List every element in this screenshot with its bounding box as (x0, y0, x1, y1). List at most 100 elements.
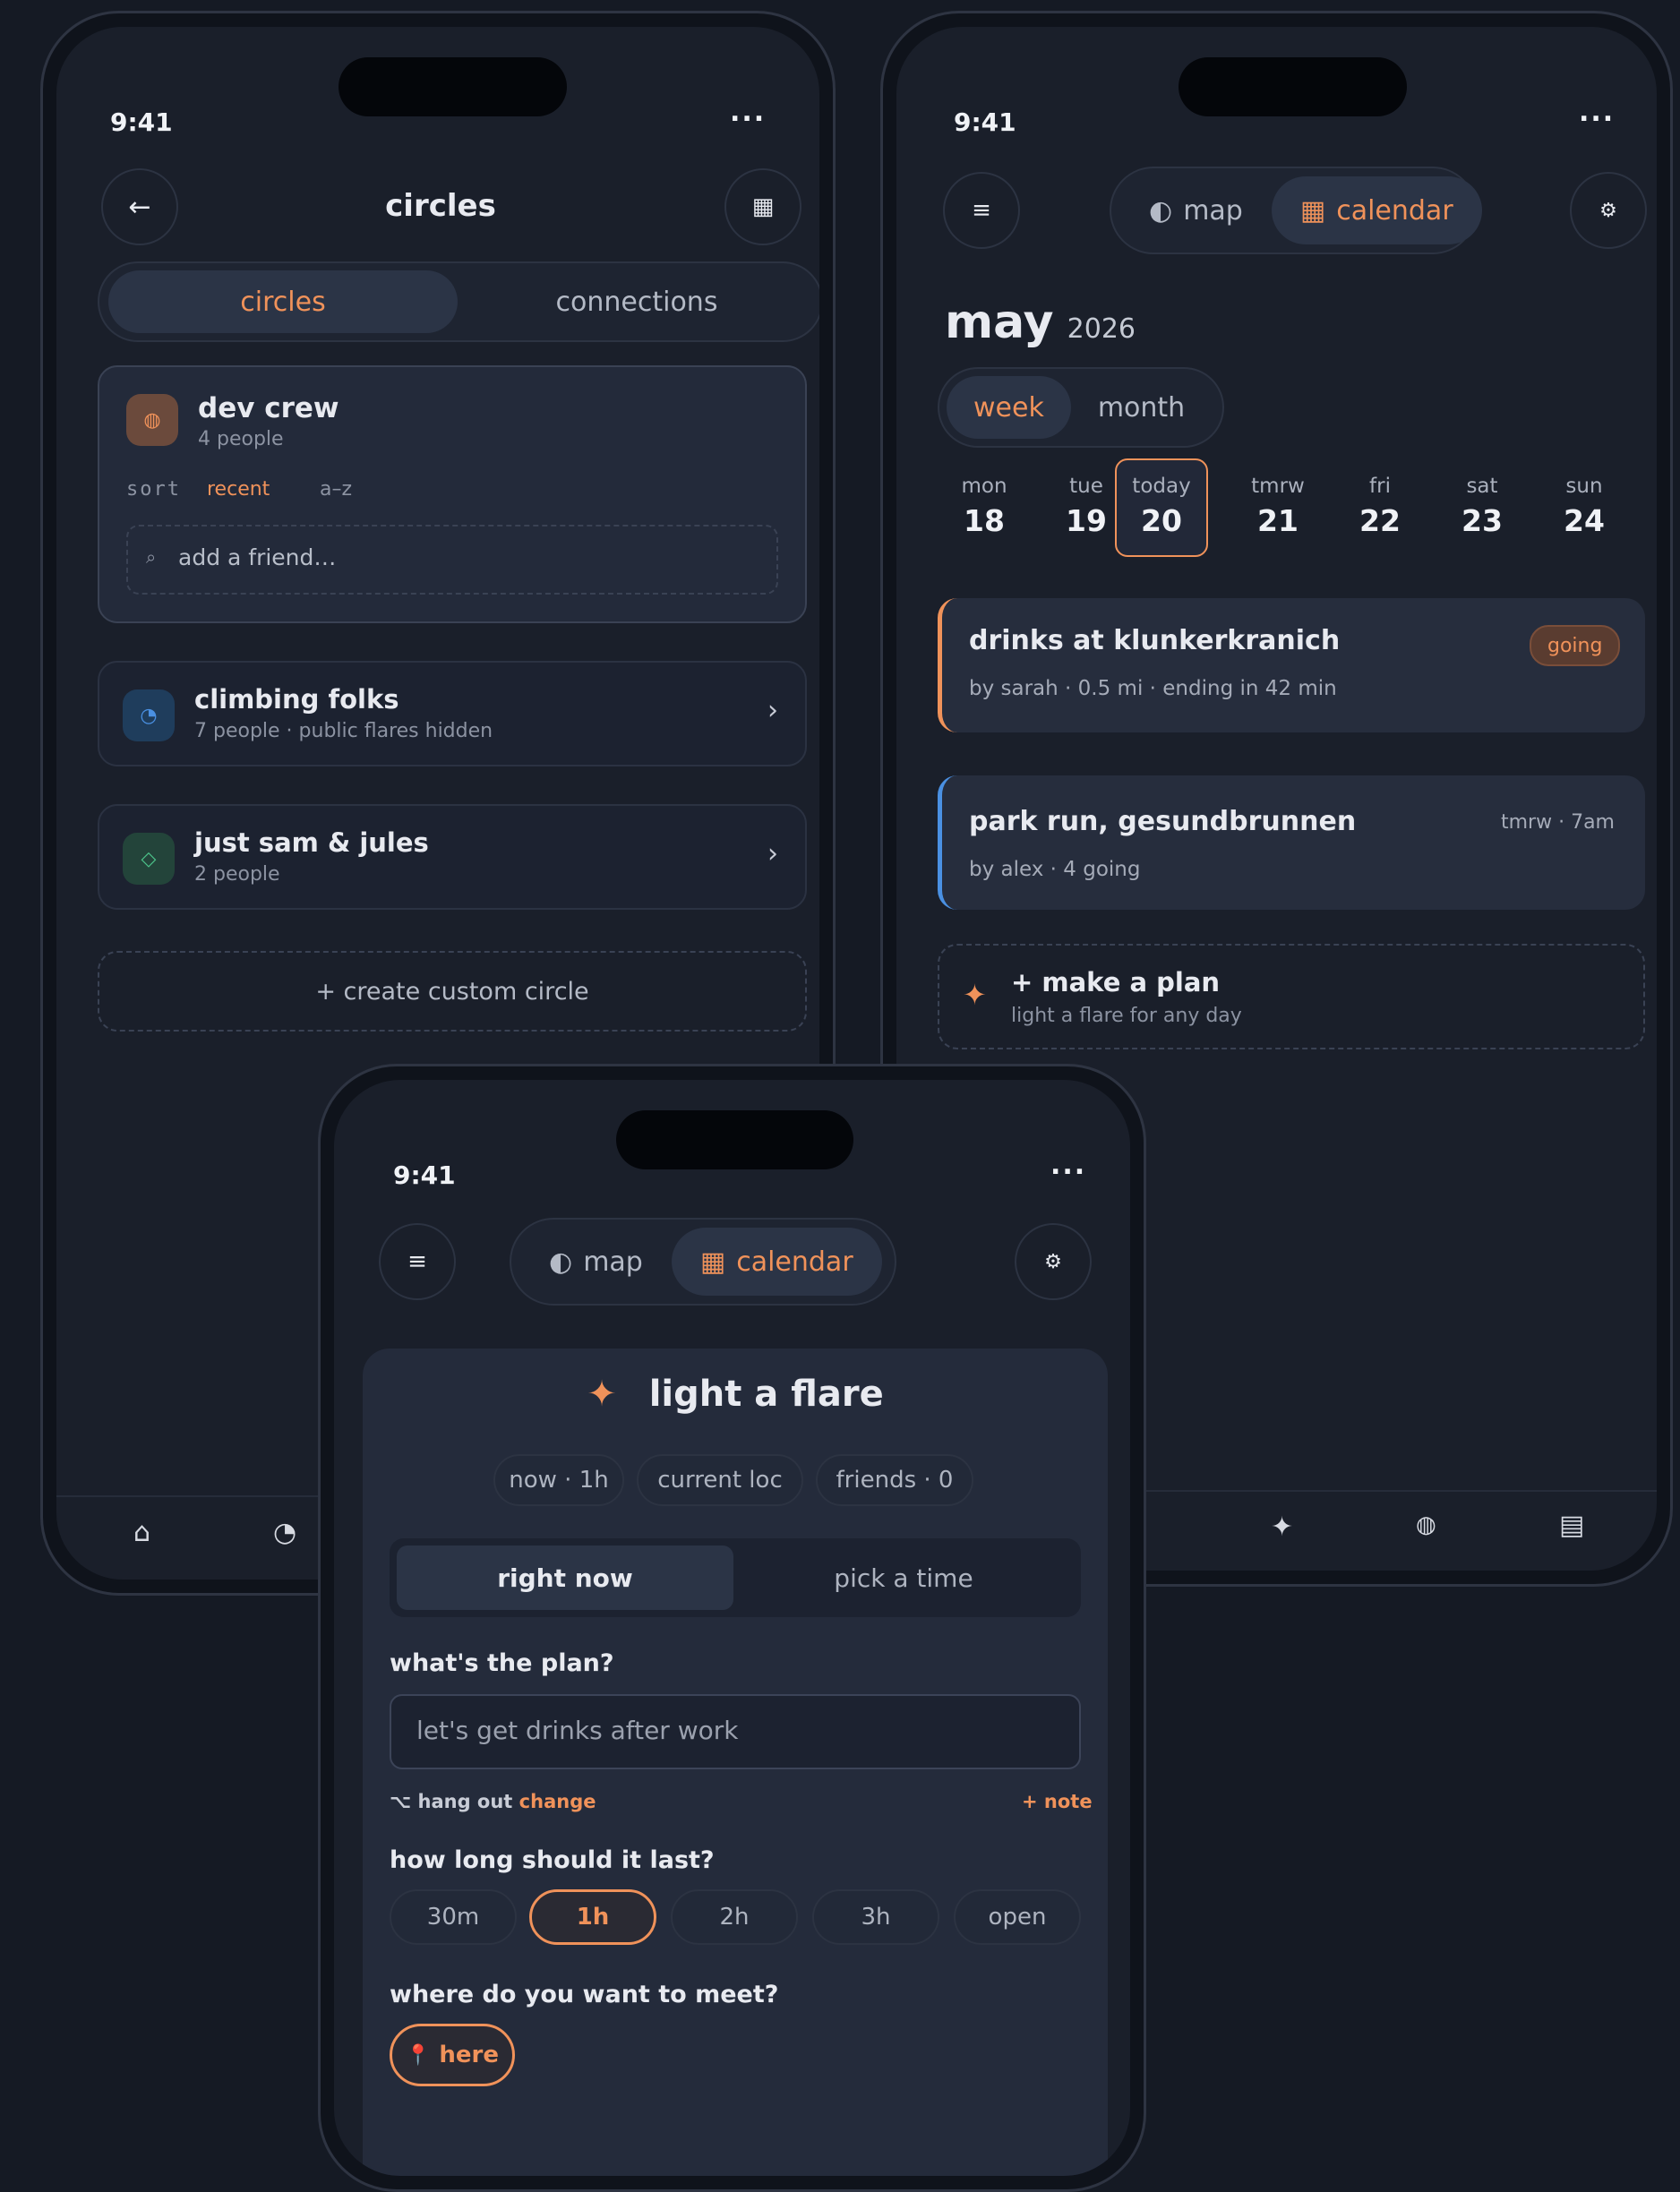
menu-button[interactable]: ≡ (379, 1223, 456, 1300)
menu-button[interactable]: ≡ (943, 172, 1020, 249)
climbing-avatar: ◔ (123, 689, 175, 741)
status-time: 9:41 (393, 1160, 456, 1190)
sort-label: sort (126, 478, 181, 501)
day-sat[interactable]: sat 23 (1436, 475, 1529, 538)
time-chip[interactable]: now · 1h (493, 1454, 624, 1506)
tab-connections[interactable]: connections (458, 270, 816, 333)
day-number: 22 (1359, 503, 1401, 538)
more-icon[interactable]: ... (1050, 1150, 1086, 1181)
week-toggle[interactable]: week (947, 376, 1071, 439)
event-card[interactable]: park run, gesundbrunnen by alex · 4 goin… (938, 775, 1645, 910)
flare-phone: 9:41 ... ≡ ◐ map ▦ calendar ⚙ ✦ light a … (318, 1064, 1146, 2192)
category-row: ⌥ hang out change (390, 1791, 596, 1812)
day-today[interactable]: today 20 (1115, 458, 1208, 557)
meet-question: where do you want to meet? (390, 1981, 779, 2008)
activity-icon[interactable]: ◔ (273, 1517, 296, 1548)
calendar-toggle[interactable]: ▦ calendar (1271, 176, 1482, 244)
flare-icon: ✦ (587, 1374, 617, 1415)
duration-label: 1h (576, 1904, 610, 1931)
calendar-icon: ▦ (1299, 194, 1326, 227)
sort-recent-option[interactable]: recent (207, 478, 270, 501)
home-icon[interactable]: ⌂ (133, 1517, 150, 1548)
tab-pick-time[interactable]: pick a time (735, 1546, 1072, 1610)
month-label: month (1097, 391, 1186, 424)
status-badge: going (1530, 625, 1621, 666)
circle-meta: 7 people · public flares hidden (194, 720, 493, 742)
sort-az-option[interactable]: a–z (320, 478, 352, 501)
map-label: map (1183, 194, 1243, 227)
duration-label: 2h (719, 1904, 750, 1931)
calendar-icon: ▦ (699, 1246, 726, 1278)
circle-meta: 2 people (194, 863, 280, 886)
change-category-link[interactable]: change (519, 1791, 596, 1812)
circle-name: dev crew (198, 392, 339, 424)
day-mon[interactable]: mon 18 (938, 475, 1031, 538)
month-toggle[interactable]: month (1071, 376, 1212, 439)
make-plan-button[interactable]: ✦ + make a plan light a flare for any da… (938, 944, 1645, 1049)
add-note-link[interactable]: + note (1022, 1791, 1093, 1812)
view-toggle: ◐ map ▦ calendar (510, 1218, 896, 1306)
circle-name: climbing folks (194, 684, 399, 715)
duration-label: open (988, 1904, 1047, 1931)
chevron-right-icon: › (767, 695, 778, 726)
more-icon[interactable]: ... (1579, 97, 1615, 128)
circle-icon: ◍ (143, 408, 161, 432)
day-label: fri (1369, 475, 1391, 498)
map-toggle[interactable]: ◐ map (1120, 176, 1272, 244)
circle-card-dev-crew[interactable]: ◍ dev crew 4 people sort recent a–z ⌕ ad… (98, 365, 807, 623)
flare-sheet: ✦ light a flare now · 1h current loc fri… (363, 1349, 1108, 2176)
add-friend-input[interactable]: ⌕ add a friend… (126, 525, 778, 595)
duration-3h[interactable]: 3h (812, 1889, 939, 1945)
sheet-header: ✦ light a flare (363, 1374, 1108, 1415)
settings-button[interactable]: ⚙ (1570, 172, 1647, 249)
tab-circles[interactable]: circles (108, 270, 458, 333)
menu-icon: ≡ (972, 197, 991, 224)
tab-label: right now (497, 1563, 633, 1593)
tab-right-now[interactable]: right now (397, 1546, 733, 1610)
day-number: 23 (1461, 503, 1503, 538)
sheet-title: light a flare (648, 1374, 884, 1415)
create-circle-button[interactable]: + create custom circle (98, 951, 807, 1032)
add-friend-placeholder: add a friend… (178, 544, 337, 570)
timing-tabs: right now pick a time (390, 1538, 1081, 1617)
circles-tabs: circles connections (98, 261, 819, 342)
map-toggle[interactable]: ◐ map (520, 1228, 672, 1296)
settings-icon: ⚙ (1044, 1250, 1062, 1273)
day-fri[interactable]: fri 22 (1333, 475, 1427, 538)
chevron-right-icon: › (767, 838, 778, 869)
meet-here-button[interactable]: 📍 here (390, 2024, 515, 2086)
circle-card-sam-jules[interactable]: ◇ just sam & jules 2 people › (98, 804, 807, 910)
day-tmrw[interactable]: tmrw 21 (1231, 475, 1324, 538)
day-sun[interactable]: sun 24 (1538, 475, 1631, 538)
calendar-toggle[interactable]: ▦ calendar (671, 1228, 882, 1296)
dynamic-island (616, 1110, 853, 1169)
month-name: may (945, 295, 1054, 349)
list-icon[interactable]: ▤ (1559, 1510, 1584, 1541)
sparkle-nav-icon[interactable]: ✦ (1271, 1511, 1293, 1543)
location-chip[interactable]: current loc (637, 1454, 803, 1506)
climbing-icon: ◔ (140, 704, 158, 727)
more-icon[interactable]: ... (730, 97, 766, 128)
tab-connections-label: connections (555, 286, 718, 318)
dynamic-island (339, 57, 567, 116)
duration-open[interactable]: open (954, 1889, 1081, 1945)
duration-1h[interactable]: 1h (529, 1889, 656, 1945)
day-label: tmrw (1251, 475, 1305, 498)
globe-icon[interactable]: ◍ (1416, 1511, 1436, 1538)
sam-jules-avatar: ◇ (123, 833, 175, 885)
duration-30m[interactable]: 30m (390, 1889, 517, 1945)
day-number: 20 (1141, 503, 1182, 538)
make-plan-title: + make a plan (1011, 967, 1221, 998)
plan-input[interactable]: let's get drinks after work (390, 1694, 1081, 1769)
day-label: sat (1466, 475, 1498, 498)
half-circle-icon: ◐ (1149, 194, 1173, 227)
duration-2h[interactable]: 2h (671, 1889, 798, 1945)
chip-label: friends · 0 (836, 1467, 954, 1494)
category-icon: ⌥ (390, 1791, 412, 1812)
half-circle-icon: ◐ (549, 1246, 573, 1278)
friends-chip[interactable]: friends · 0 (816, 1454, 973, 1506)
event-card[interactable]: drinks at klunkerkranich by sarah · 0.5 … (938, 598, 1645, 732)
grid-button[interactable]: ▦ (724, 168, 801, 245)
settings-button[interactable]: ⚙ (1015, 1223, 1092, 1300)
circle-card-climbing-folks[interactable]: ◔ climbing folks 7 people · public flare… (98, 661, 807, 766)
